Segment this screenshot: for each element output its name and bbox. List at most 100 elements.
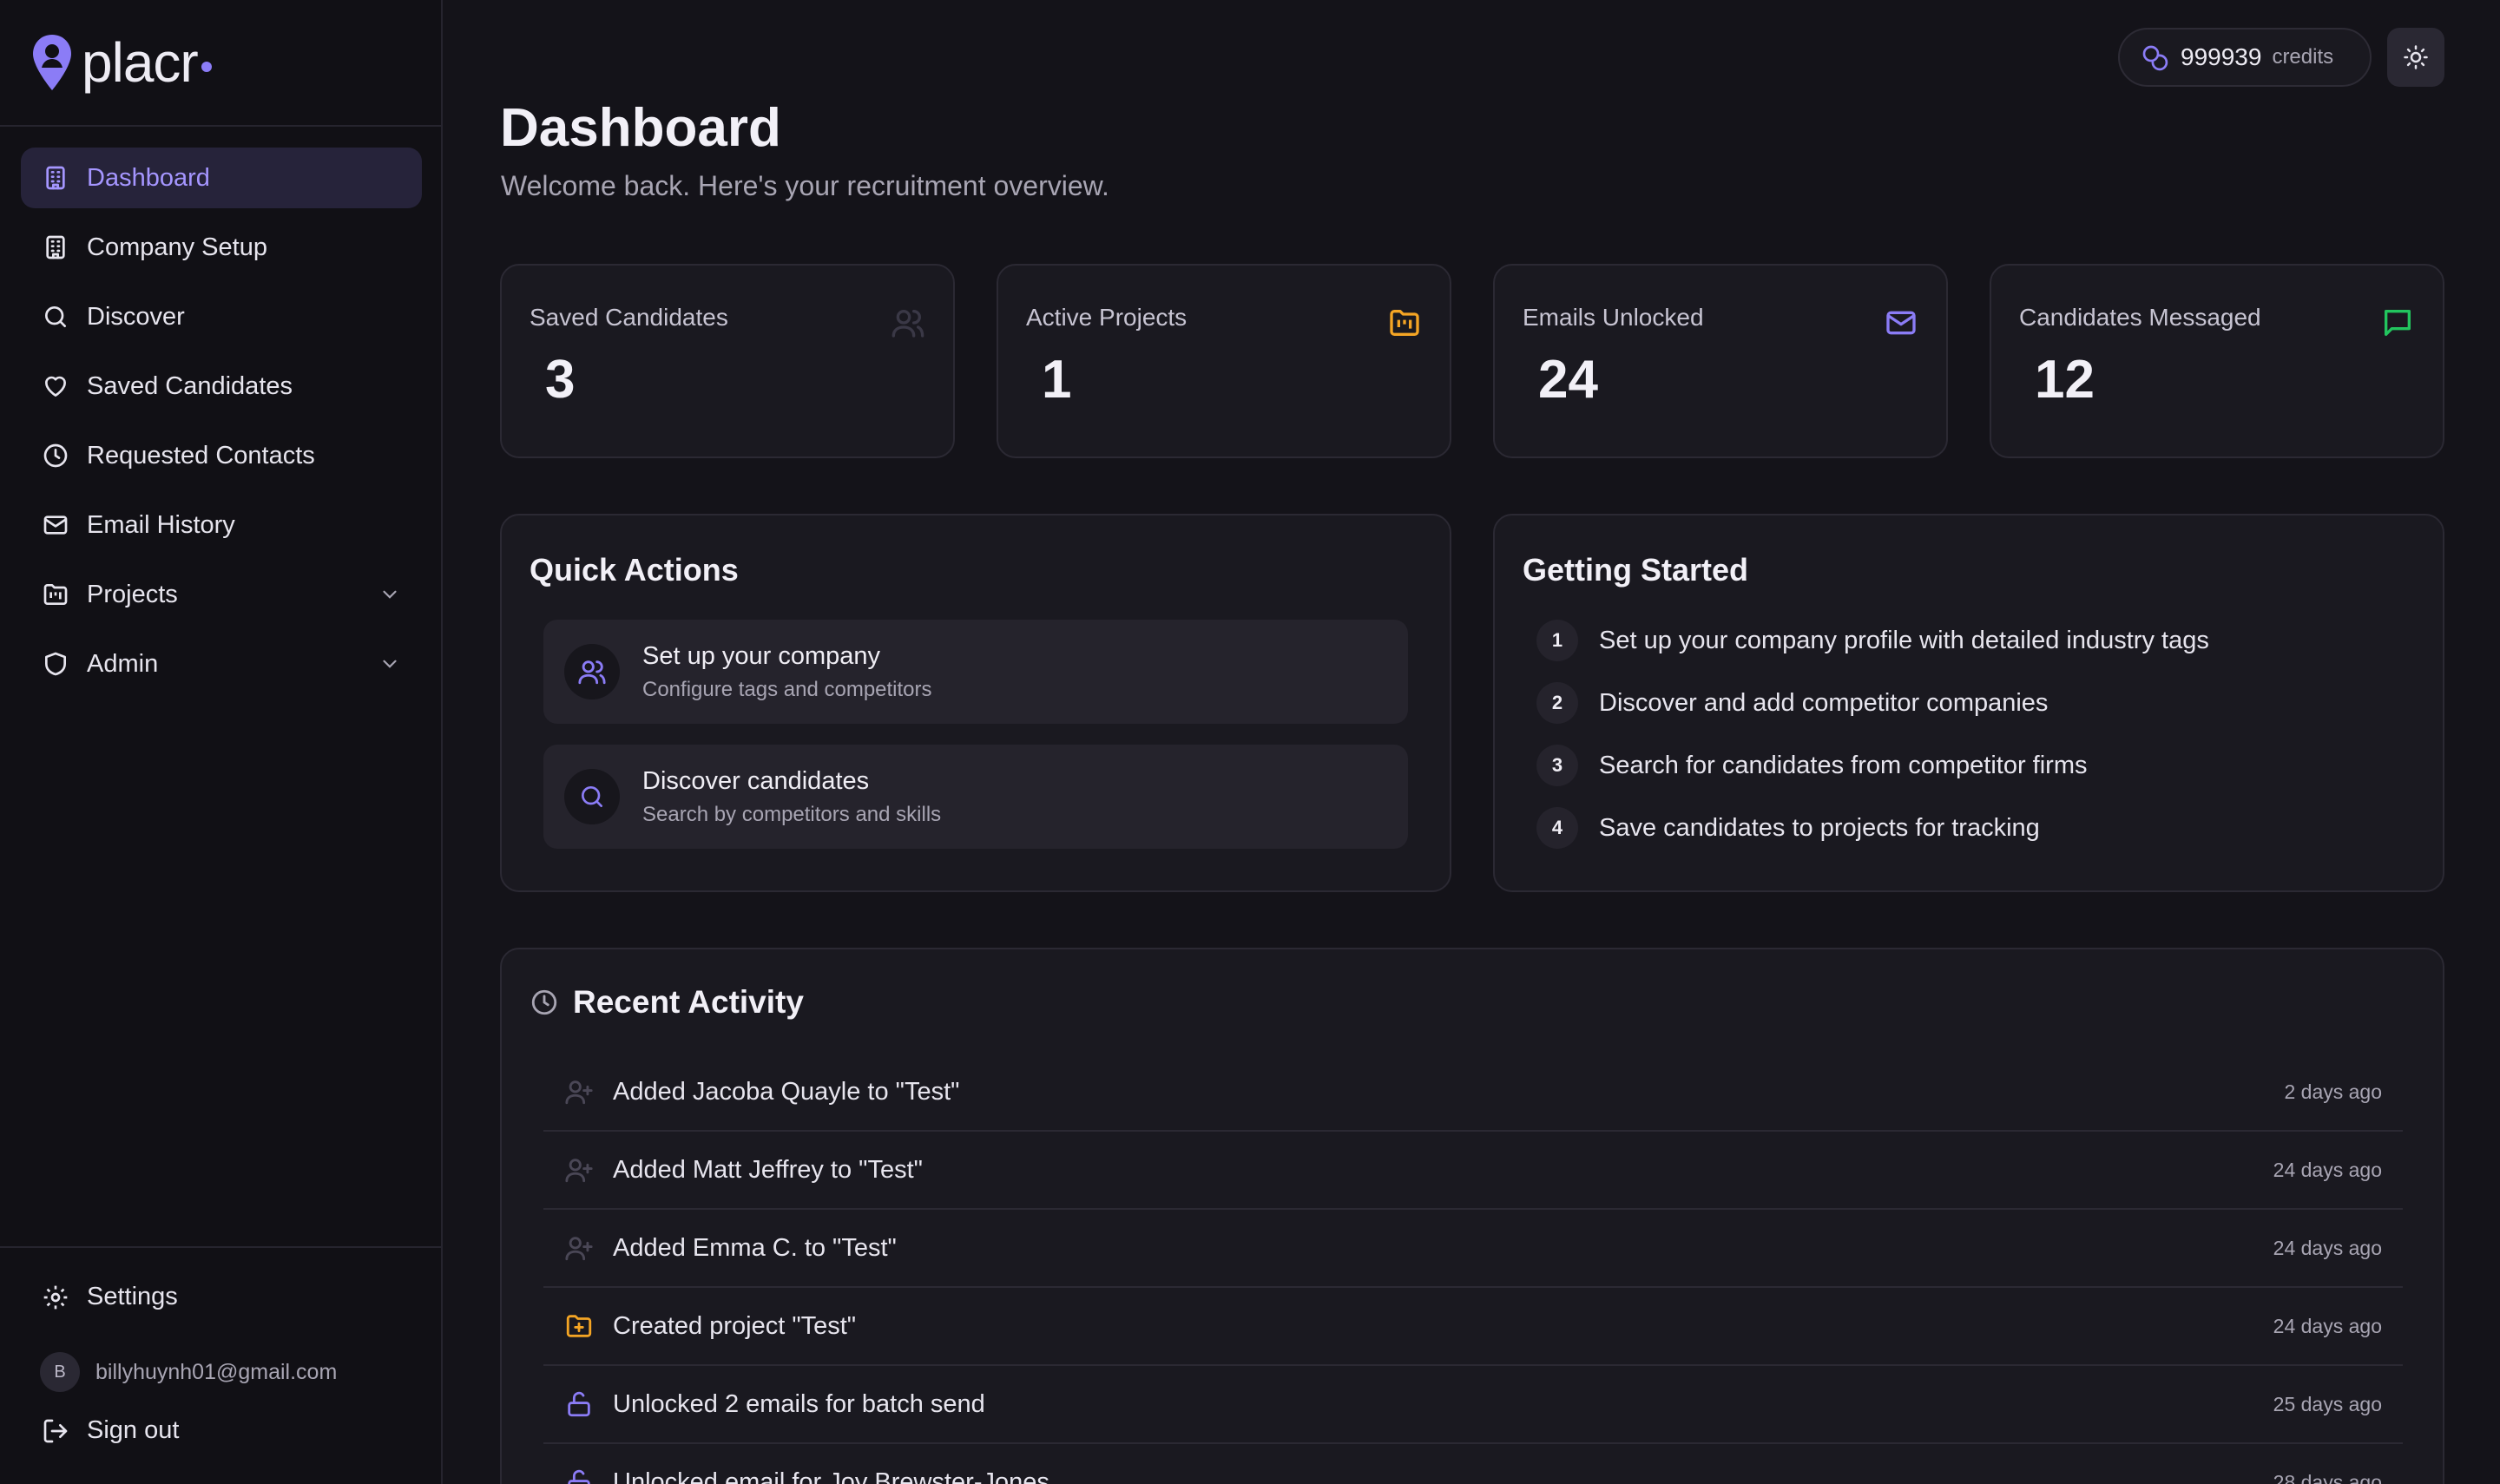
stat-card-active-projects[interactable]: Active Projects 1 [997, 264, 1451, 458]
activity-text: Added Jacoba Quayle to "Test" [613, 1077, 960, 1106]
stat-card-saved-candidates[interactable]: Saved Candidates 3 [500, 264, 955, 458]
activity-row[interactable]: Added Emma C. to "Test" 24 days ago [543, 1210, 2403, 1288]
credits-badge[interactable]: 999939 credits [2118, 28, 2372, 87]
stat-card-candidates-messaged[interactable]: Candidates Messaged 12 [1990, 264, 2444, 458]
activity-row[interactable]: Added Matt Jeffrey to "Test" 24 days ago [543, 1132, 2403, 1210]
step-text: Set up your company profile with detaile… [1599, 626, 2209, 654]
mail-icon [43, 515, 68, 535]
stat-value: 1 [1042, 350, 1072, 410]
user-plus-icon [565, 1159, 593, 1183]
getting-started-step: 4 Save candidates to projects for tracki… [1536, 807, 2040, 849]
sun-icon [2404, 45, 2428, 69]
section-title: Recent Activity [573, 984, 804, 1020]
quick-action-desc: Configure tags and competitors [642, 677, 932, 701]
sidebar-item-discover[interactable]: Discover [21, 286, 422, 347]
brand-dot [201, 62, 212, 72]
step-number: 3 [1536, 745, 1578, 786]
activity-text: Created project "Test" [613, 1311, 857, 1340]
sidebar-item-label: Projects [87, 580, 178, 608]
sidebar-item-label: Company Setup [87, 233, 267, 261]
stat-label: Saved Candidates [530, 304, 728, 331]
quick-action-desc: Search by competitors and skills [642, 802, 942, 826]
page-subtitle: Welcome back. Here's your recruitment ov… [501, 170, 1109, 201]
folder-kanban-icon [1390, 310, 1419, 336]
search-icon [45, 306, 66, 327]
activity-row[interactable]: Added Jacoba Quayle to "Test" 2 days ago [543, 1054, 2403, 1132]
search-icon [582, 786, 602, 807]
sidebar-item-projects[interactable]: Projects [21, 564, 422, 625]
activity-text: Added Matt Jeffrey to "Test" [613, 1155, 923, 1184]
shield-icon [45, 652, 66, 676]
sidebar-item-requested-contacts[interactable]: Requested Contacts [21, 425, 422, 486]
step-text: Discover and add competitor companies [1599, 688, 2049, 717]
sidebar-item-dashboard[interactable]: Dashboard [21, 148, 422, 208]
getting-started-step: 2 Discover and add competitor companies [1536, 682, 2048, 724]
activity-time: 24 days ago [2273, 1314, 2382, 1337]
quick-action-text: Set up your company Configure tags and c… [642, 642, 932, 702]
activity-row[interactable]: Unlocked email for Joy Brewster-Jones 28… [543, 1444, 2403, 1484]
quick-action-title: Discover candidates [642, 766, 870, 795]
sidebar-item-label: Saved Candidates [87, 371, 293, 400]
clock-icon [43, 443, 68, 468]
activity-text: Unlocked 2 emails for batch send [613, 1389, 985, 1418]
unlock-icon [568, 1391, 590, 1417]
quick-actions-card: Quick Actions Set up your company Config… [500, 514, 1451, 892]
sidebar-item-saved-candidates[interactable]: Saved Candidates [21, 356, 422, 417]
location-pin-icon [33, 35, 71, 90]
user-plus-icon [565, 1080, 593, 1105]
activity-time: 28 days ago [2273, 1470, 2382, 1484]
log-out-icon [43, 1419, 68, 1442]
step-text: Save candidates to projects for tracking [1599, 813, 2040, 842]
sidebar-item-company-setup[interactable]: Company Setup [21, 217, 422, 278]
user-profile[interactable]: B billyhuynh01@gmail.com [40, 1352, 337, 1392]
brand-logo[interactable]: placr [0, 0, 441, 127]
sidebar-footer: Settings B billyhuynh01@gmail.com Sign o… [0, 1246, 441, 1484]
unlock-icon [568, 1469, 590, 1484]
sidebar: placr Dashboard Company Setup Discover S… [0, 0, 443, 1484]
gear-icon [43, 1285, 68, 1309]
heart-icon [45, 376, 66, 397]
users-icon [891, 310, 924, 338]
step-number: 4 [1536, 807, 1578, 849]
quick-action-setup-company[interactable]: Set up your company Configure tags and c… [543, 620, 1408, 724]
activity-time: 2 days ago [2284, 1080, 2382, 1103]
activity-text: Unlocked email for Joy Brewster-Jones [613, 1468, 1049, 1484]
sidebar-item-label: Requested Contacts [87, 441, 315, 469]
step-number: 1 [1536, 620, 1578, 661]
sidebar-item-label: Discover [87, 302, 185, 331]
quick-action-discover-candidates[interactable]: Discover candidates Search by competitor… [543, 745, 1408, 849]
quick-action-text: Discover candidates Search by competitor… [642, 767, 941, 827]
activity-row[interactable]: Unlocked 2 emails for batch send 25 days… [543, 1366, 2403, 1444]
step-number: 2 [1536, 682, 1578, 724]
users-icon [578, 660, 606, 685]
building-icon [46, 166, 65, 190]
sidebar-item-email-history[interactable]: Email History [21, 495, 422, 555]
sidebar-nav: Dashboard Company Setup Discover Saved C… [21, 148, 422, 703]
getting-started-step: 3 Search for candidates from competitor … [1536, 745, 2087, 786]
message-square-icon [2385, 310, 2411, 336]
chevron-down-icon[interactable] [378, 583, 401, 606]
user-email: billyhuynh01@gmail.com [95, 1359, 338, 1384]
recent-activity-card: Recent Activity Added Jacoba Quayle to "… [500, 948, 2444, 1484]
settings-link[interactable]: Settings [42, 1283, 178, 1311]
section-title: Quick Actions [530, 552, 739, 588]
section-title: Getting Started [1523, 552, 1749, 588]
theme-toggle-button[interactable] [2387, 28, 2444, 87]
stat-value: 24 [1538, 350, 1598, 410]
sign-out-label: Sign out [87, 1416, 180, 1444]
quick-action-title: Set up your company [642, 641, 881, 670]
sidebar-item-label: Email History [87, 510, 235, 539]
stat-card-emails-unlocked[interactable]: Emails Unlocked 24 [1493, 264, 1948, 458]
sign-out-button[interactable]: Sign out [42, 1416, 179, 1445]
chevron-down-icon[interactable] [378, 653, 401, 675]
credits-value: 999939 [2181, 43, 2262, 70]
activity-row[interactable]: Created project "Test" 24 days ago [543, 1288, 2403, 1366]
getting-started-step: 1 Set up your company profile with detai… [1536, 620, 2209, 661]
user-plus-icon [565, 1237, 593, 1261]
stat-label: Candidates Messaged [2019, 304, 2261, 331]
activity-time: 24 days ago [2273, 1236, 2382, 1259]
sidebar-item-admin[interactable]: Admin [21, 634, 422, 694]
building-icon [46, 235, 65, 259]
credits-label: credits [2272, 45, 2334, 69]
sidebar-item-label: Dashboard [87, 163, 210, 192]
